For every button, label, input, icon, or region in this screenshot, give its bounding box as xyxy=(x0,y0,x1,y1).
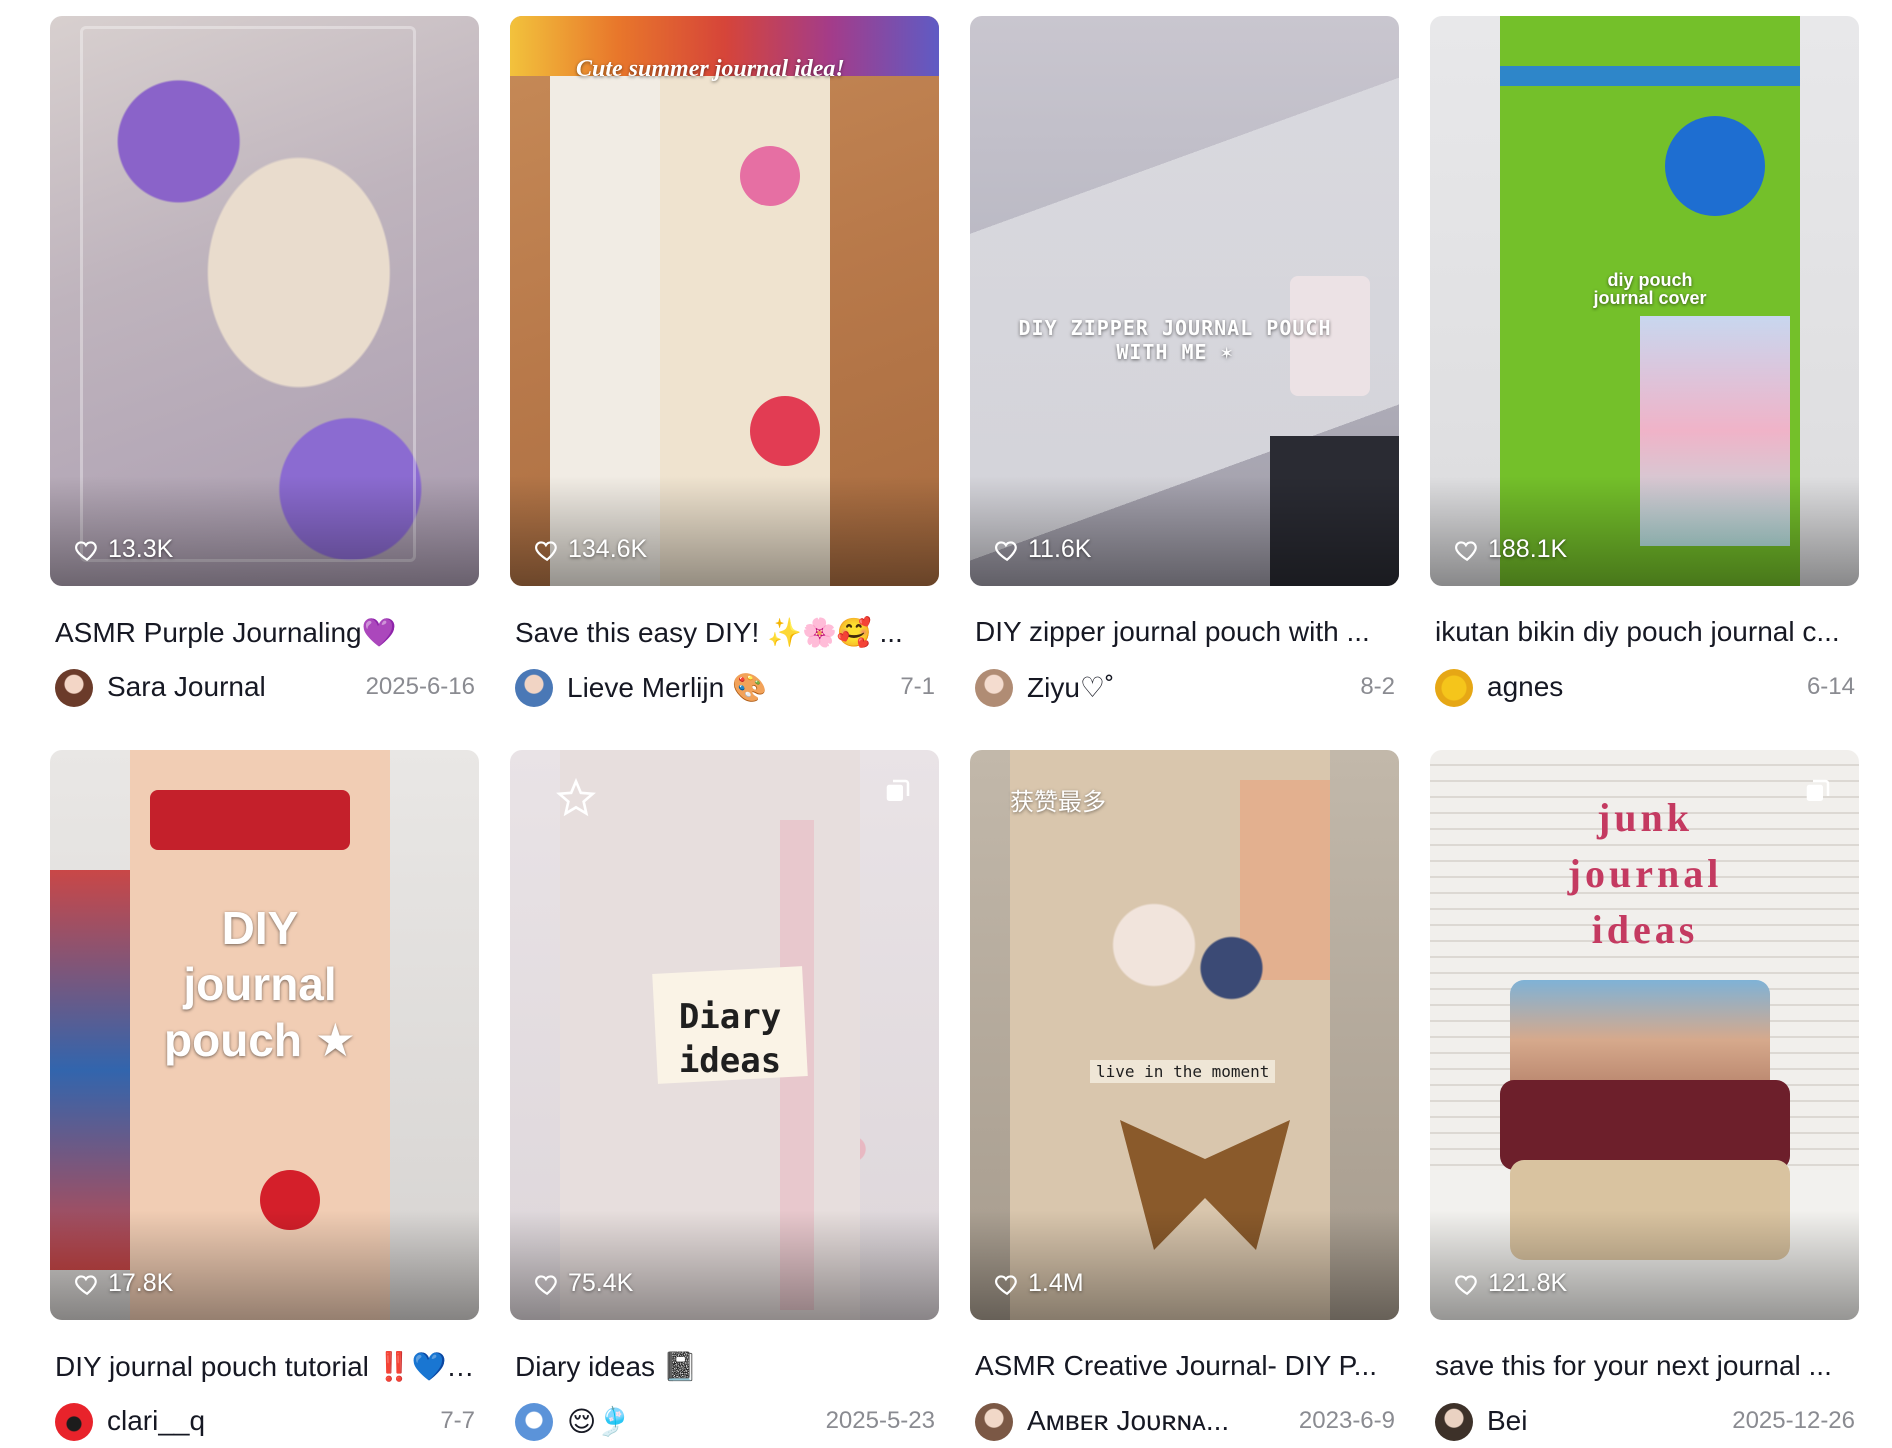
author-row: Sara Journal 2025-6-16 xyxy=(55,666,475,710)
author-name[interactable]: Aᴍʙᴇʀ Jᴏᴜʀɴᴀ... xyxy=(1027,1405,1229,1437)
avatar[interactable] xyxy=(55,1403,93,1441)
author-row: 😌🎐 2025-5-23 xyxy=(515,1400,935,1444)
overlay-caption: Diary ideas xyxy=(678,997,782,1081)
video-thumbnail[interactable]: 13.3K xyxy=(50,16,479,586)
video-thumbnail[interactable]: DIY ZIPPER JOURNAL POUCH WITH ME ✶ 11.6K xyxy=(970,16,1399,586)
like-count-text: 188.1K xyxy=(1488,535,1568,563)
author-name[interactable]: Lieve Merlijn 🎨 xyxy=(567,671,767,704)
video-grid: 13.3K ASMR Purple Journaling💜 Sara Journ… xyxy=(0,0,1892,1448)
like-count: 1.4M xyxy=(994,1269,1084,1298)
like-count: 121.8K xyxy=(1454,1269,1567,1298)
like-count-text: 75.4K xyxy=(568,1269,634,1297)
avatar[interactable] xyxy=(1435,669,1473,707)
heart-icon xyxy=(535,540,557,561)
post-date: 6-14 xyxy=(1806,673,1855,700)
author-name[interactable]: clari__q xyxy=(107,1405,205,1437)
author-row: Aᴍʙᴇʀ Jᴏᴜʀɴᴀ... 2023-6-9 xyxy=(975,1400,1395,1444)
avatar[interactable] xyxy=(1435,1403,1473,1441)
post-date: 2025-6-16 xyxy=(365,673,475,700)
like-count-text: 13.3K xyxy=(108,535,174,563)
video-thumbnail[interactable]: DIY journal pouch ★ 17.8K xyxy=(50,750,479,1320)
heart-icon xyxy=(995,540,1017,561)
video-thumbnail[interactable]: Diary ideas 75.4K xyxy=(510,750,939,1320)
author-row: agnes 6-14 xyxy=(1435,666,1855,710)
star-icon xyxy=(556,778,596,817)
author-row: clari__q 7-7 xyxy=(55,1400,475,1444)
author-name[interactable]: 😌🎐 xyxy=(567,1405,631,1438)
video-thumbnail[interactable]: junk journal ideas 121.8K xyxy=(1430,750,1859,1320)
heart-icon xyxy=(1455,1274,1477,1295)
like-count: 11.6K xyxy=(994,535,1091,564)
avatar[interactable] xyxy=(55,669,93,707)
video-title[interactable]: DIY journal pouch tutorial ‼️💙🌟 xyxy=(55,1350,475,1383)
video-title[interactable]: ikutan bikin diy pouch journal c... xyxy=(1435,616,1855,648)
like-count-text: 121.8K xyxy=(1488,1269,1568,1297)
overlay-caption: Cute summer journal idea! xyxy=(576,56,845,82)
post-date: 2023-6-9 xyxy=(1298,1407,1395,1434)
avatar[interactable] xyxy=(975,1403,1013,1441)
top-liked-badge: 获赞最多 xyxy=(1010,788,1106,816)
heart-icon xyxy=(995,1274,1017,1295)
heart-icon xyxy=(1455,540,1477,561)
like-count: 75.4K xyxy=(534,1269,633,1298)
overlay-caption: DIY journal pouch ★ xyxy=(164,902,356,1066)
post-date: 7-7 xyxy=(440,1407,475,1434)
post-date: 7-1 xyxy=(900,673,935,700)
overlay-caption: junk journal ideas xyxy=(1567,795,1723,952)
multi-image-icon xyxy=(1806,779,1830,801)
post-date: 2025-12-26 xyxy=(1732,1407,1855,1434)
video-title[interactable]: save this for your next journal ... xyxy=(1435,1350,1855,1382)
overlay-caption: DIY ZIPPER JOURNAL POUCH WITH ME ✶ xyxy=(1018,316,1332,364)
video-title[interactable]: ASMR Creative Journal- DIY P... xyxy=(975,1350,1395,1382)
avatar[interactable] xyxy=(515,669,553,707)
like-count: 134.6K xyxy=(534,535,647,564)
like-count-text: 134.6K xyxy=(568,535,648,563)
author-row: Ziyu♡˚ 8-2 xyxy=(975,666,1395,710)
video-title[interactable]: Diary ideas 📓 xyxy=(515,1350,935,1383)
heart-icon xyxy=(75,540,97,561)
post-date: 8-2 xyxy=(1360,673,1395,700)
video-thumbnail[interactable]: Cute summer journal idea! 134.6K xyxy=(510,16,939,586)
author-row: Bei 2025-12-26 xyxy=(1435,1400,1855,1444)
like-count-text: 1.4M xyxy=(1028,1269,1084,1297)
author-name[interactable]: agnes xyxy=(1487,671,1563,703)
heart-icon xyxy=(75,1274,97,1295)
video-title[interactable]: ASMR Purple Journaling💜 xyxy=(55,616,475,649)
like-count-text: 17.8K xyxy=(108,1269,174,1297)
like-count: 13.3K xyxy=(74,535,173,564)
author-row: Lieve Merlijn 🎨 7-1 xyxy=(515,666,935,710)
like-count: 17.8K xyxy=(74,1269,173,1298)
overlay-caption: live in the moment xyxy=(1090,1060,1276,1083)
post-date: 2025-5-23 xyxy=(825,1407,935,1434)
avatar[interactable] xyxy=(515,1403,553,1441)
like-count: 188.1K xyxy=(1454,535,1567,564)
video-thumbnail[interactable]: 获赞最多 live in the moment 1.4M xyxy=(970,750,1399,1320)
author-name[interactable]: Sara Journal xyxy=(107,671,266,703)
author-name[interactable]: Bei xyxy=(1487,1405,1527,1437)
multi-image-icon xyxy=(886,779,910,801)
author-name[interactable]: Ziyu♡˚ xyxy=(1027,671,1114,704)
video-title[interactable]: DIY zipper journal pouch with ... xyxy=(975,616,1395,648)
video-title[interactable]: Save this easy DIY! ✨🌸🥰 ... xyxy=(515,616,935,649)
overlay-caption: diy pouch journal cover xyxy=(1593,270,1707,308)
like-count-text: 11.6K xyxy=(1028,535,1092,563)
avatar[interactable] xyxy=(975,669,1013,707)
heart-icon xyxy=(535,1274,557,1295)
video-thumbnail[interactable]: diy pouch journal cover 188.1K xyxy=(1430,16,1859,586)
